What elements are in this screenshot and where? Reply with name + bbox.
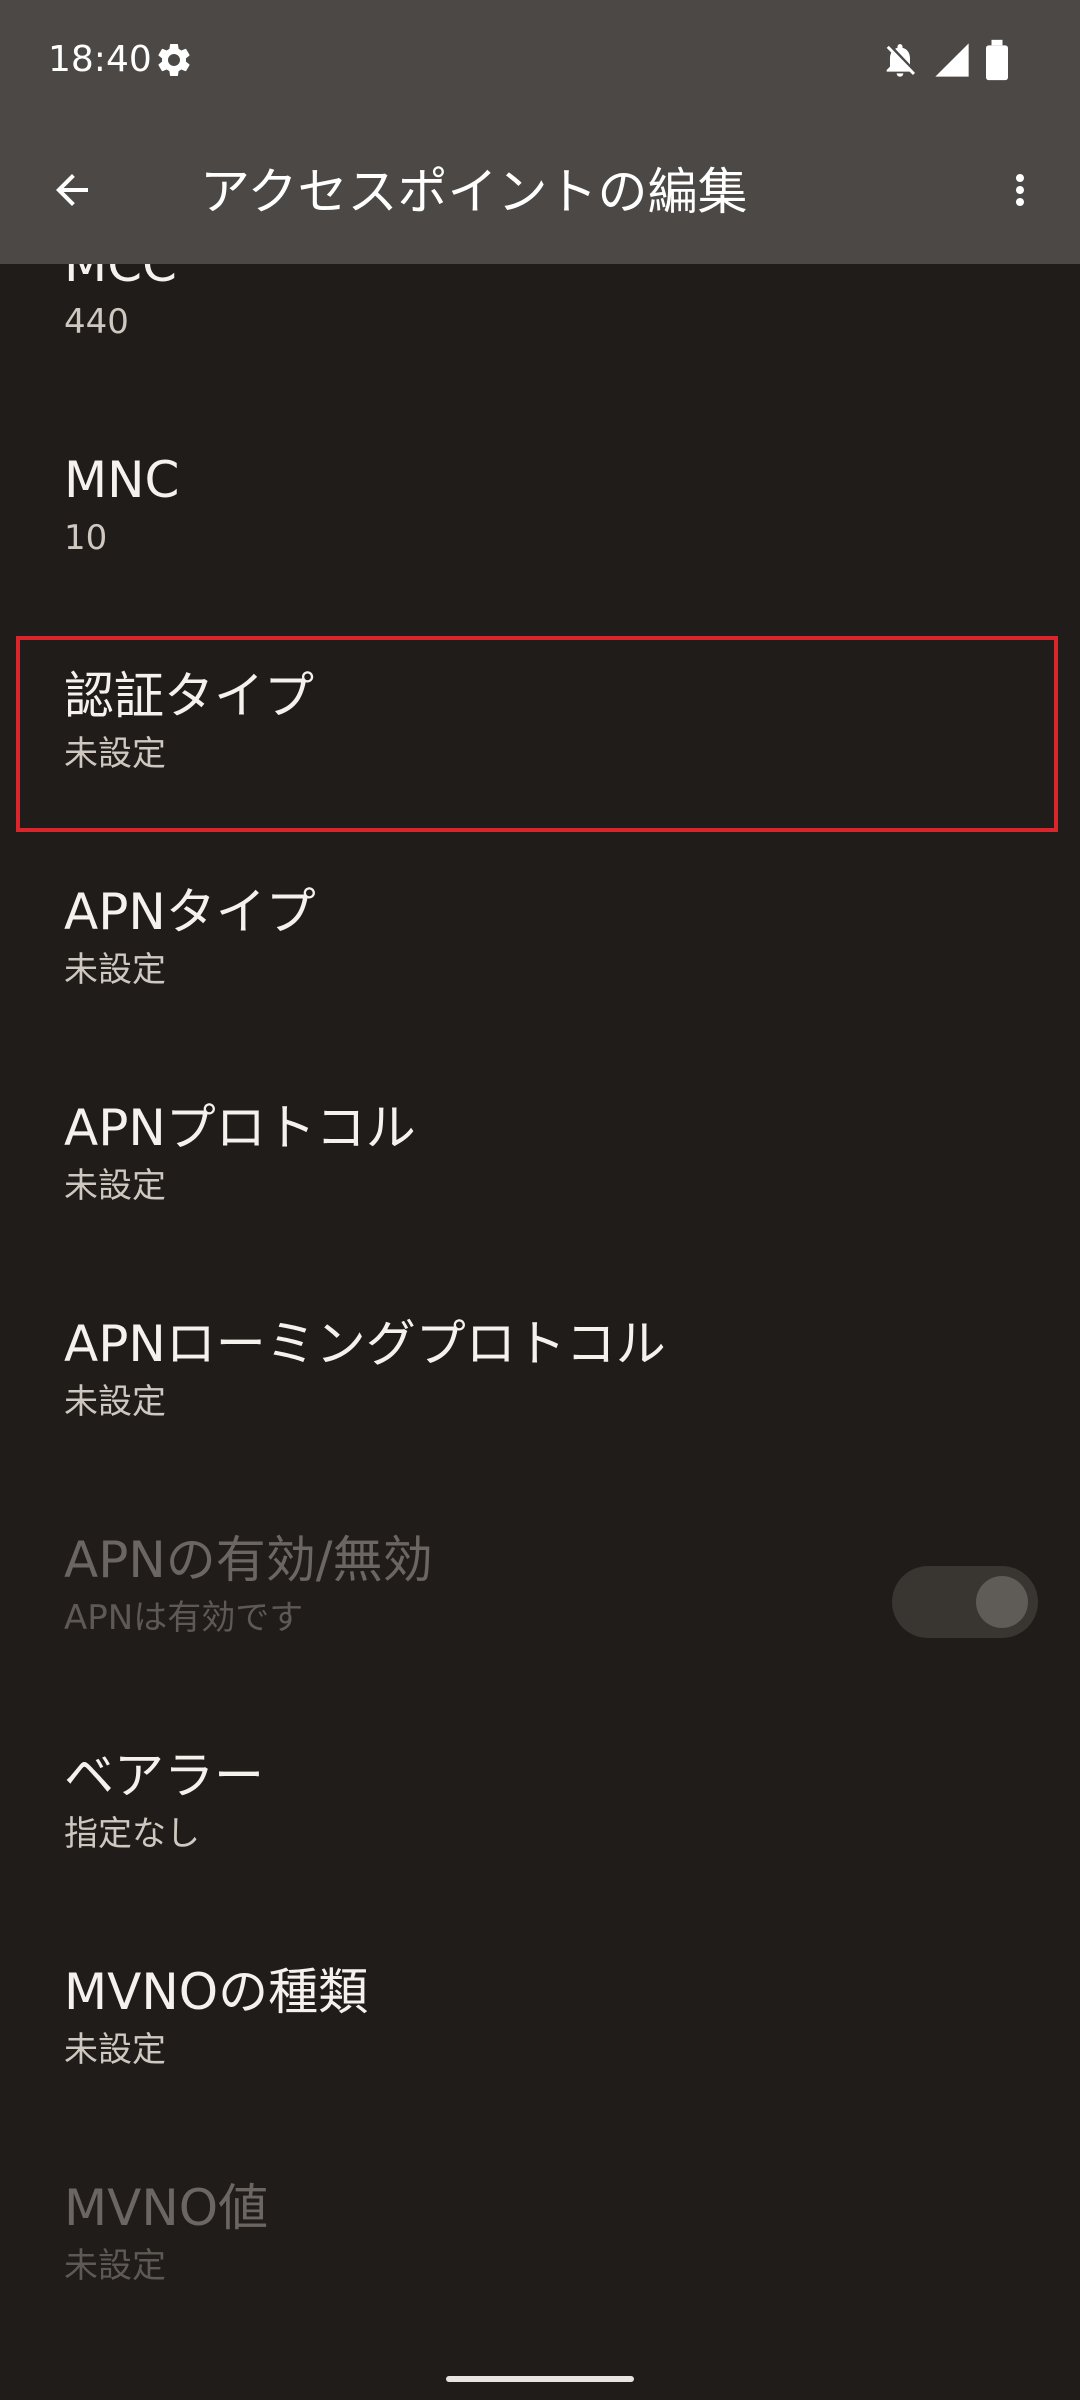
pref-apn-protocol[interactable]: APNプロトコル 未設定 bbox=[0, 1068, 1080, 1284]
top-app-region: 18:40 アクセスポイントの編集 bbox=[0, 0, 1080, 264]
pref-summary: 10 bbox=[64, 518, 108, 558]
toggle-thumb bbox=[976, 1576, 1028, 1628]
pref-title: APNローミングプロトコル bbox=[64, 1315, 666, 1373]
pref-title: ベアラー bbox=[64, 1747, 264, 1805]
pref-title: MVNO値 bbox=[64, 2179, 269, 2237]
settings-gear-icon bbox=[154, 40, 194, 80]
pref-title: MCC bbox=[64, 264, 177, 293]
more-vert-icon bbox=[996, 166, 1044, 218]
pref-summary: 未設定 bbox=[64, 950, 166, 990]
app-bar: アクセスポイントの編集 bbox=[0, 120, 1080, 264]
page-title: アクセスポイントの編集 bbox=[200, 163, 748, 221]
pref-summary: 未設定 bbox=[64, 2030, 166, 2070]
status-time: 18:40 bbox=[48, 39, 152, 80]
pref-title: MNC bbox=[64, 451, 180, 509]
pref-title: APNプロトコル bbox=[64, 1099, 416, 1157]
pref-summary: APNは有効です bbox=[64, 1598, 304, 1638]
notifications-off-icon bbox=[880, 38, 920, 82]
pref-title: APNの有効/無効 bbox=[64, 1531, 433, 1589]
pref-mvno-type[interactable]: MVNOの種類 未設定 bbox=[0, 1932, 1080, 2148]
pref-summary: 未設定 bbox=[64, 1382, 166, 1422]
gesture-nav-handle[interactable] bbox=[446, 2376, 634, 2382]
pref-summary: 440 bbox=[64, 302, 129, 342]
battery-icon bbox=[982, 38, 1012, 82]
cell-signal-icon bbox=[932, 38, 972, 82]
pref-summary: 未設定 bbox=[64, 2246, 166, 2286]
back-button[interactable] bbox=[36, 156, 108, 228]
highlight-box bbox=[16, 636, 1058, 832]
pref-mcc[interactable]: MCC 440 bbox=[0, 264, 1080, 420]
status-bar: 18:40 bbox=[0, 0, 1080, 120]
more-options-button[interactable] bbox=[990, 156, 1050, 228]
arrow-back-icon bbox=[48, 166, 96, 218]
pref-apn-type[interactable]: APNタイプ 未設定 bbox=[0, 852, 1080, 1068]
pref-title: MVNOの種類 bbox=[64, 1963, 369, 2021]
pref-title: APNタイプ bbox=[64, 883, 316, 941]
apn-enable-toggle bbox=[892, 1566, 1038, 1638]
pref-apn-roaming-protocol[interactable]: APNローミングプロトコル 未設定 bbox=[0, 1284, 1080, 1500]
pref-mnc[interactable]: MNC 10 bbox=[0, 420, 1080, 636]
pref-summary: 指定なし bbox=[64, 1814, 200, 1854]
pref-bearer[interactable]: ベアラー 指定なし bbox=[0, 1716, 1080, 1932]
preference-list[interactable]: MCC 440 MNC 10 認証タイプ 未設定 APNタイプ 未設定 APNプ… bbox=[0, 264, 1080, 2400]
pref-summary: 未設定 bbox=[64, 1166, 166, 1206]
pref-mvno-value: MVNO値 未設定 bbox=[0, 2148, 1080, 2364]
